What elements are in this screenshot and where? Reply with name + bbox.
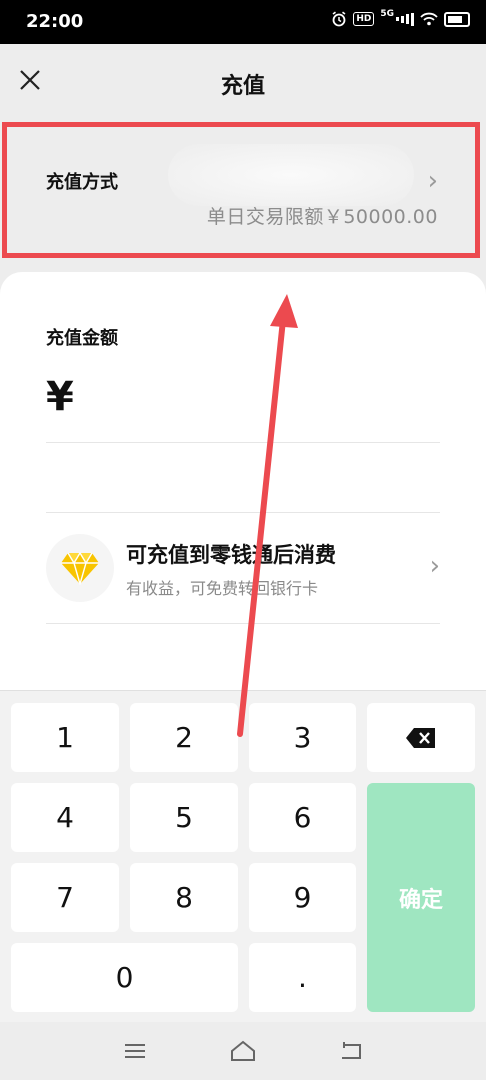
key-8[interactable]: 8 xyxy=(130,863,238,932)
back-icon xyxy=(342,1042,361,1059)
status-icons: HD 5G xyxy=(331,9,470,27)
currency-symbol: ¥ xyxy=(46,374,74,420)
method-label: 充值方式 xyxy=(46,172,118,193)
key-7[interactable]: 7 xyxy=(11,863,119,932)
status-bar: 22:00 HD 5G xyxy=(0,0,486,44)
amount-row: ¥ xyxy=(46,364,440,443)
numeric-keypad: 1 2 3 4 5 6 7 8 9 0 . 确定 xyxy=(0,690,486,1023)
backspace-icon xyxy=(406,727,435,748)
signal-icon xyxy=(396,12,414,26)
home-nav-button[interactable] xyxy=(228,1038,258,1064)
diamond-icon xyxy=(61,551,99,585)
nav-bar: 充值 xyxy=(0,44,486,120)
hd-badge: HD xyxy=(353,12,375,26)
promo-title: 可充值到零钱通后消费 xyxy=(126,543,336,567)
key-dot[interactable]: . xyxy=(249,943,356,1012)
battery-icon xyxy=(444,11,470,27)
key-4[interactable]: 4 xyxy=(11,783,119,852)
menu-icon xyxy=(125,1044,145,1058)
amount-card: 充值金额 ¥ 可充值到零钱通后消费 有收益，可免费转回银行卡 › xyxy=(0,272,486,692)
key-5[interactable]: 5 xyxy=(130,783,238,852)
daily-limit-text: 单日交易限额￥50000.00 xyxy=(206,206,438,228)
menu-nav-button[interactable] xyxy=(120,1038,150,1064)
delete-key[interactable] xyxy=(367,703,475,772)
amount-label: 充值金额 xyxy=(46,328,118,349)
key-2[interactable]: 2 xyxy=(130,703,238,772)
key-1[interactable]: 1 xyxy=(11,703,119,772)
key-9[interactable]: 9 xyxy=(249,863,356,932)
system-nav-bar xyxy=(0,1022,486,1080)
alarm-icon xyxy=(331,11,347,27)
key-0[interactable]: 0 xyxy=(11,943,238,1012)
network-label: 5G xyxy=(380,9,394,19)
lingqiantong-promo-row[interactable]: 可充值到零钱通后消费 有收益，可免费转回银行卡 › xyxy=(46,512,440,624)
topup-method-row[interactable]: 充值方式 › 单日交易限额￥50000.00 xyxy=(0,120,486,260)
chevron-right-icon: › xyxy=(427,166,438,196)
page-title: 充值 xyxy=(220,74,265,99)
home-icon xyxy=(231,1040,255,1061)
method-card-blurred xyxy=(168,144,414,206)
wifi-icon xyxy=(420,12,438,26)
promo-icon-container xyxy=(46,534,114,602)
back-nav-button[interactable] xyxy=(336,1038,366,1064)
promo-subtitle: 有收益，可免费转回银行卡 xyxy=(126,579,319,598)
chevron-right-icon: › xyxy=(429,551,440,581)
status-time: 22:00 xyxy=(26,11,84,32)
key-6[interactable]: 6 xyxy=(249,783,356,852)
confirm-button[interactable]: 确定 xyxy=(367,783,475,1012)
amount-input[interactable] xyxy=(88,378,432,428)
key-3[interactable]: 3 xyxy=(249,703,356,772)
